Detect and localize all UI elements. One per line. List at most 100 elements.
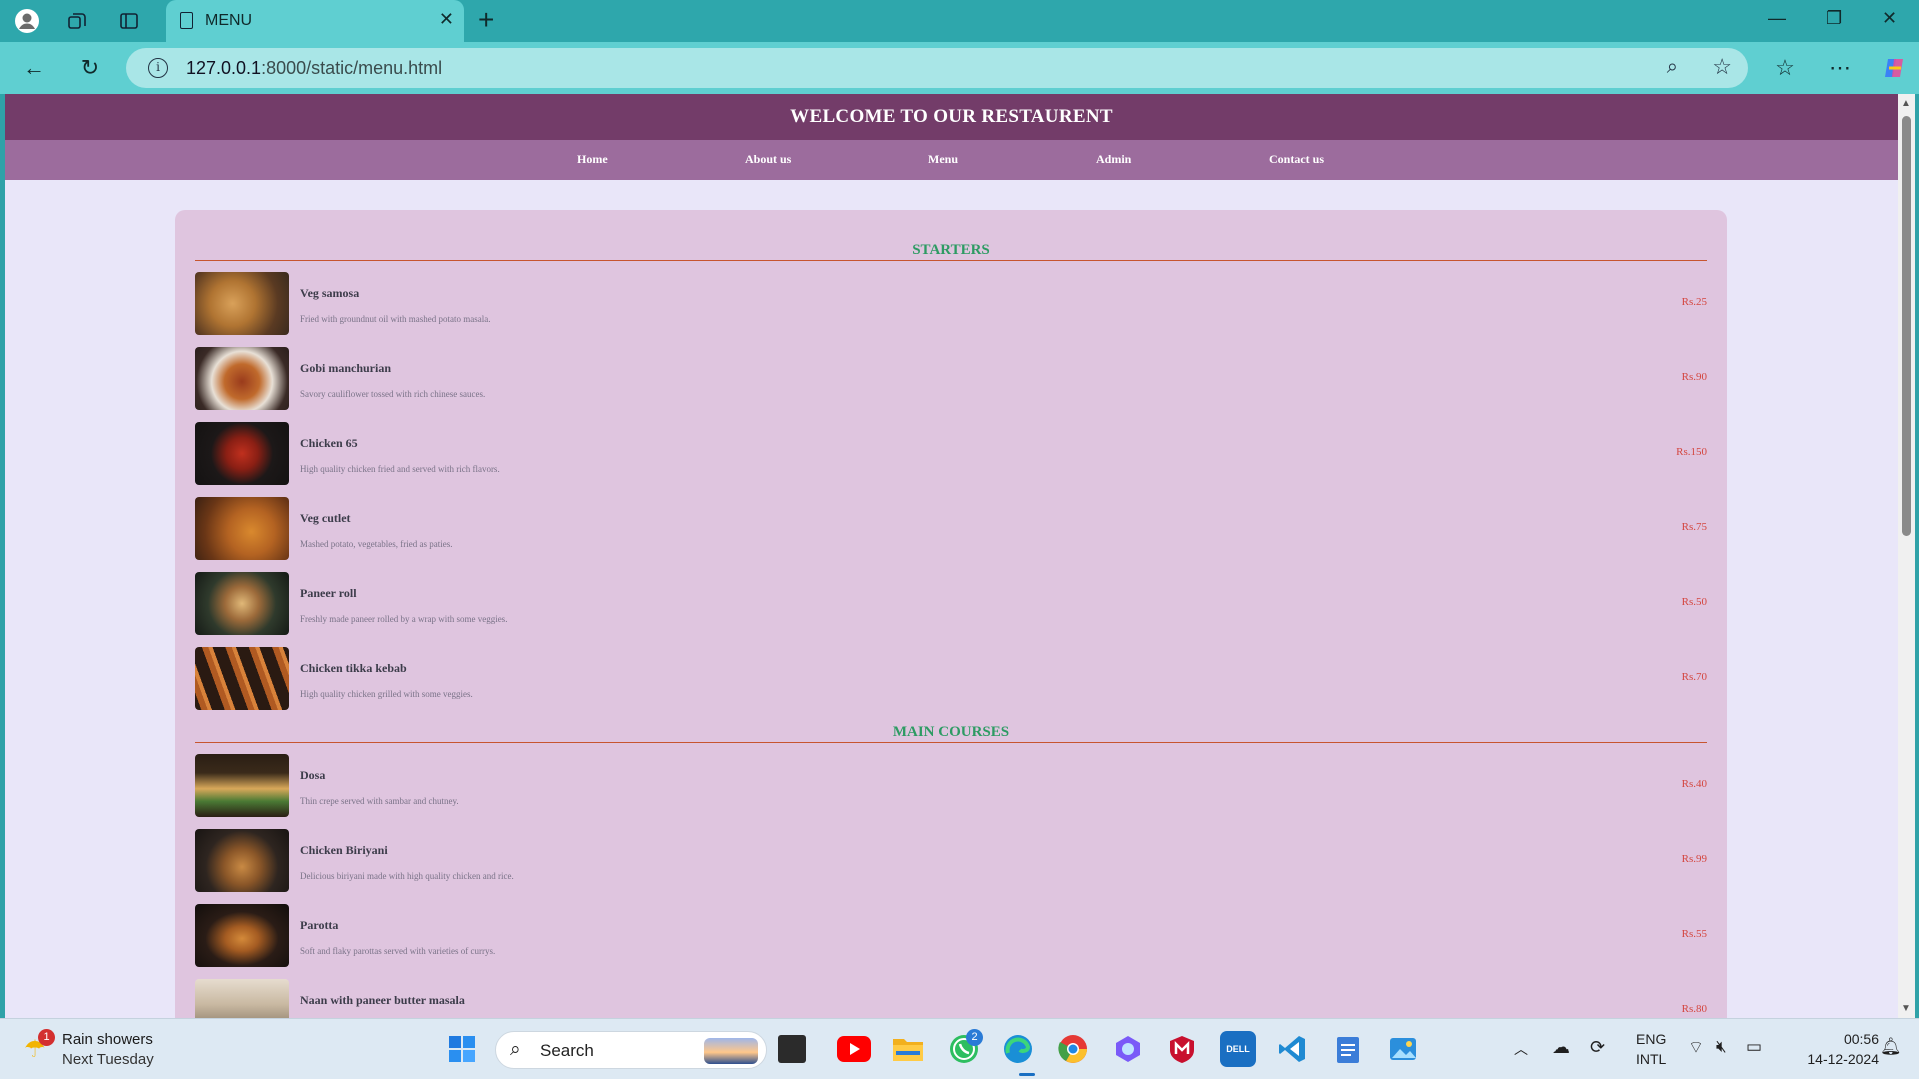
youtube-icon[interactable] <box>836 1031 872 1067</box>
menu-item[interactable]: Veg samosa Fried with groundnut oil with… <box>195 272 1707 335</box>
profile-icon[interactable] <box>12 6 42 36</box>
favorite-star-icon[interactable]: ☆ <box>1712 54 1732 80</box>
food-image <box>195 572 289 635</box>
mcafee-icon[interactable] <box>1164 1031 1200 1067</box>
item-price: Rs.150 <box>1676 446 1707 458</box>
item-description: Thin crepe served with sambar and chutne… <box>300 796 459 806</box>
clock-date: 14-12-2024 <box>1807 1051 1879 1067</box>
page-scrollbar[interactable]: ▲ ▼ <box>1898 94 1915 1018</box>
scroll-up-icon[interactable]: ▲ <box>1901 98 1911 109</box>
menu-item[interactable]: Chicken tikka kebab High quality chicken… <box>195 647 1707 710</box>
taskbar-search[interactable]: ⌕ Search <box>495 1031 767 1069</box>
tab-menu[interactable]: MENU ✕ <box>166 0 464 42</box>
favorites-icon[interactable]: ☆ <box>1769 52 1801 84</box>
menu-item[interactable]: Veg cutlet Mashed potato, vegetables, fr… <box>195 497 1707 560</box>
tab-title: MENU <box>205 12 253 29</box>
task-view-icon[interactable] <box>778 1035 806 1063</box>
section-title-main-courses: MAIN COURSES <box>892 724 1010 740</box>
search-label: Search <box>540 1041 594 1060</box>
food-image <box>195 422 289 485</box>
volume-muted-icon[interactable]: 🔇︎ <box>1716 1037 1727 1057</box>
page-viewport: WELCOME TO OUR RESTAURENT Home About us … <box>5 94 1898 1018</box>
wifi-icon[interactable]: ⌔ <box>1688 1037 1704 1058</box>
menu-item[interactable]: Parotta Soft and flaky parottas served w… <box>195 904 1707 967</box>
nav-admin[interactable]: Admin <box>1096 152 1131 167</box>
nav-contact-us[interactable]: Contact us <box>1269 152 1324 167</box>
workspaces-icon[interactable] <box>62 6 92 36</box>
onedrive-status-icon[interactable]: ☁ <box>1552 1037 1570 1058</box>
window-edge <box>1915 94 1919 1018</box>
close-window-button[interactable]: ✕ <box>1882 8 1897 29</box>
weather-condition: Rain showers <box>62 1031 153 1048</box>
item-description: Fried with groundnut oil with mashed pot… <box>300 314 491 324</box>
chrome-icon[interactable] <box>1055 1031 1091 1067</box>
menu-card: STARTERS Veg samosa Fried with groundnut… <box>175 210 1727 1018</box>
zoom-icon[interactable]: ⌕ <box>1667 56 1678 79</box>
menu-item[interactable]: Gobi manchurian Savory cauliflower tosse… <box>195 347 1707 410</box>
clock-time: 00:56 <box>1843 1031 1879 1047</box>
url-text[interactable]: 127.0.0.1:8000/static/menu.html <box>186 58 442 79</box>
address-bar[interactable]: i 127.0.0.1:8000/static/menu.html ⌕ ☆ <box>126 48 1748 88</box>
item-price: Rs.40 <box>1681 778 1707 790</box>
site-header: WELCOME TO OUR RESTAURENT <box>5 94 1898 140</box>
section-title-starters: STARTERS <box>912 242 990 258</box>
item-description: Soft and flaky parottas served with vari… <box>300 946 496 956</box>
document-icon <box>180 12 193 29</box>
scrollbar-thumb[interactable] <box>1902 116 1911 536</box>
item-name: Chicken Biriyani <box>300 843 388 857</box>
menu-item[interactable]: Paneer roll Freshly made paneer rolled b… <box>195 572 1707 635</box>
restore-button[interactable]: ❐ <box>1826 8 1842 29</box>
whatsapp-badge: 2 <box>966 1029 983 1046</box>
show-hidden-icons[interactable]: ︿ <box>1514 1039 1528 1059</box>
copilot-icon[interactable] <box>1878 52 1910 84</box>
food-image <box>195 904 289 967</box>
notifications-bell-icon[interactable]: 🔔︎ <box>1880 1037 1902 1057</box>
item-price: Rs.80 <box>1681 1003 1707 1015</box>
battery-icon[interactable]: ▭ <box>1746 1037 1762 1057</box>
tab-actions-icon[interactable] <box>114 6 144 36</box>
refresh-button[interactable]: ↻ <box>74 52 106 84</box>
item-name: Veg cutlet <box>300 511 351 525</box>
more-options-icon[interactable]: ⋯ <box>1824 52 1856 84</box>
food-image <box>195 979 289 1018</box>
vscode-icon[interactable] <box>1274 1031 1310 1067</box>
minimize-button[interactable]: — <box>1768 8 1786 29</box>
menu-item[interactable]: Chicken Biriyani Delicious biriyani made… <box>195 829 1707 892</box>
start-button[interactable] <box>444 1031 480 1067</box>
notepad-icon[interactable] <box>1330 1031 1366 1067</box>
system-clock[interactable]: 00:56 14-12-2024 <box>1807 1029 1879 1069</box>
item-price: Rs.90 <box>1681 371 1707 383</box>
item-name: Paneer roll <box>300 586 357 600</box>
site-heading: WELCOME TO OUR RESTAURENT <box>790 106 1113 127</box>
back-button[interactable]: ← <box>18 52 50 84</box>
search-highlight-image <box>704 1038 758 1064</box>
sync-icon[interactable]: ⟳ <box>1590 1037 1605 1058</box>
dell-icon[interactable]: DELL <box>1220 1031 1256 1067</box>
menu-item[interactable]: Dosa Thin crepe served with sambar and c… <box>195 754 1707 817</box>
scroll-down-icon[interactable]: ▼ <box>1901 1003 1911 1014</box>
file-explorer-icon[interactable] <box>890 1031 926 1067</box>
photos-icon[interactable] <box>1385 1031 1421 1067</box>
food-image <box>195 829 289 892</box>
input-language[interactable]: ENG INTL <box>1636 1029 1666 1069</box>
close-tab-icon[interactable]: ✕ <box>439 9 454 30</box>
address-bar-row: ← ↻ i 127.0.0.1:8000/static/menu.html ⌕ … <box>0 42 1919 94</box>
search-icon: ⌕ <box>510 1039 521 1060</box>
copilot-app-icon[interactable] <box>1110 1031 1146 1067</box>
weather-when: Next Tuesday <box>62 1051 154 1068</box>
edge-icon[interactable] <box>1000 1031 1036 1067</box>
menu-item[interactable]: Chicken 65 High quality chicken fried an… <box>195 422 1707 485</box>
item-description: Freshly made paneer rolled by a wrap wit… <box>300 614 508 624</box>
item-price: Rs.70 <box>1681 671 1707 683</box>
item-name: Chicken tikka kebab <box>300 661 407 675</box>
item-name: Chicken 65 <box>300 436 358 450</box>
food-image <box>195 347 289 410</box>
new-tab-button[interactable]: + <box>478 4 494 36</box>
nav-about-us[interactable]: About us <box>745 152 791 167</box>
item-name: Dosa <box>300 768 326 782</box>
menu-item[interactable]: Naan with paneer butter masala Rs.80 <box>195 979 1707 1018</box>
site-info-icon[interactable]: i <box>148 58 168 78</box>
nav-menu[interactable]: Menu <box>928 152 958 167</box>
nav-home[interactable]: Home <box>577 152 608 167</box>
food-image <box>195 647 289 710</box>
